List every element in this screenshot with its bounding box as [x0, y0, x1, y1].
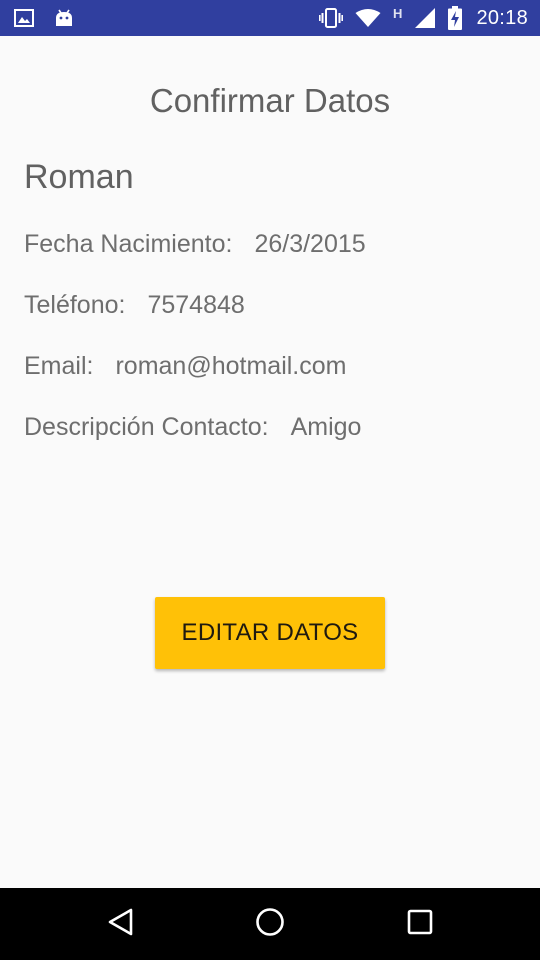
page-title: Confirmar Datos — [149, 82, 391, 119]
vibrate-icon — [319, 8, 344, 28]
home-icon — [255, 907, 285, 942]
birth-date-row: Fecha Nacimiento: 26/3/2015 — [24, 230, 366, 259]
contact-description-value: Amigo — [290, 413, 362, 441]
network-type-label: H — [393, 6, 403, 21]
email-row: Email: roman@hotmail.com — [24, 352, 346, 381]
android-icon — [54, 8, 74, 28]
recents-icon — [407, 909, 433, 940]
contact-description-label: Descripción Contacto: — [24, 413, 269, 441]
navigation-bar — [0, 888, 540, 960]
email-value: roman@hotmail.com — [115, 352, 347, 380]
edit-data-button[interactable]: EDITAR DATOS — [155, 597, 385, 669]
status-bar-system: H 20:18 — [319, 0, 528, 36]
phone-label: Teléfono: — [24, 291, 126, 319]
status-bar-clock: 20:18 — [476, 6, 528, 29]
contact-name: Roman — [24, 158, 134, 196]
phone-value: 7574848 — [147, 291, 245, 319]
recents-button[interactable] — [380, 888, 460, 960]
cell-signal-icon — [414, 7, 436, 29]
status-bar: H 20:18 — [0, 0, 540, 36]
image-icon — [14, 9, 34, 27]
status-bar-notifications — [14, 0, 74, 36]
back-icon — [107, 907, 135, 942]
wifi-icon — [355, 8, 381, 28]
phone-row: Teléfono: 7574848 — [24, 291, 245, 320]
contact-description-row: Descripción Contacto: Amigo — [24, 413, 361, 442]
back-button[interactable] — [81, 888, 161, 960]
email-label: Email: — [24, 352, 94, 380]
battery-charging-icon — [448, 6, 463, 30]
birth-date-value: 26/3/2015 — [254, 230, 366, 258]
home-button[interactable] — [230, 888, 310, 960]
birth-date-label: Fecha Nacimiento: — [24, 230, 233, 258]
